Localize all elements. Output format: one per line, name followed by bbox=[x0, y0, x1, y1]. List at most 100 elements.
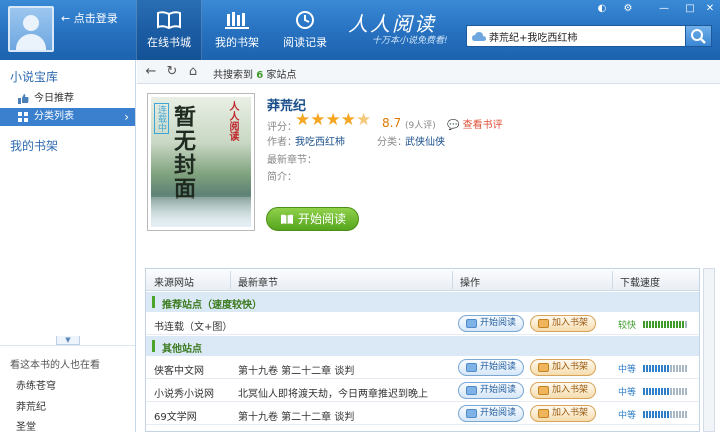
search-button[interactable] bbox=[686, 25, 712, 47]
author-label: 作者： bbox=[267, 137, 297, 148]
column-divider bbox=[230, 271, 231, 289]
row-read-label: 开始阅读 bbox=[480, 385, 517, 395]
column-header-actions: 操作 bbox=[460, 278, 480, 289]
latest-chapter[interactable]: 第十九卷 第二十二章 谈判 bbox=[238, 408, 354, 423]
minimize-icon[interactable]: — bbox=[656, 3, 672, 15]
latest-chapter[interactable]: 北冥仙人即将渡天劫，今日两章推迟到晚上 bbox=[238, 385, 428, 400]
column-header-latest-chapter: 最新章节 bbox=[238, 278, 278, 289]
found-count: 6 bbox=[256, 70, 264, 81]
close-icon[interactable]: ✕ bbox=[702, 3, 718, 15]
speed-bar-fill bbox=[643, 365, 670, 372]
sources-table: 来源网站 最新章节 操作 下载速度 推荐站点（速度较快） 书连载（文+图） 开始… bbox=[145, 268, 700, 432]
speed-bar bbox=[643, 321, 687, 328]
source-site[interactable]: 书连载（文+图） bbox=[154, 318, 232, 333]
table-scrollbar[interactable] bbox=[703, 268, 715, 432]
also-read-item[interactable]: 圣堂 bbox=[16, 418, 36, 432]
column-header-source: 来源网站 bbox=[154, 278, 194, 289]
tab-my-bookshelf-label: 我的书架 bbox=[215, 36, 259, 49]
open-book-icon bbox=[157, 11, 181, 30]
row-start-reading-button[interactable]: 开始阅读 bbox=[458, 315, 524, 332]
add-shelf-icon bbox=[538, 319, 549, 328]
found-prefix: 共搜索到 bbox=[213, 70, 253, 81]
sidebar-item-category-list[interactable]: 分类列表 › bbox=[0, 108, 135, 126]
column-header-speed: 下载速度 bbox=[620, 278, 660, 289]
source-site[interactable]: 侠客中文网 bbox=[154, 362, 204, 377]
star-filled-icon: ★ bbox=[340, 110, 356, 130]
rating-stars: ★★★★★ bbox=[295, 112, 371, 129]
speed-bar bbox=[643, 411, 687, 418]
category-label: 分类： bbox=[377, 137, 407, 148]
table-row: 69文学网 第十九卷 第二十二章 谈判 开始阅读 加入书架 中等 bbox=[146, 403, 699, 425]
bookshelf-icon bbox=[225, 12, 249, 29]
collapse-handle[interactable]: ▼ bbox=[56, 336, 80, 345]
column-divider bbox=[452, 271, 453, 289]
refresh-icon[interactable]: ↻ bbox=[164, 64, 180, 80]
source-site[interactable]: 69文学网 bbox=[154, 408, 197, 423]
back-icon[interactable]: ← bbox=[143, 64, 159, 80]
cover-image: 连载中 暂无封面 人人阅读 bbox=[151, 97, 251, 227]
sidebar-item-today-recommend[interactable]: 今日推荐 bbox=[0, 90, 135, 108]
rating-votes: (9人评) bbox=[405, 121, 436, 131]
add-to-shelf-button[interactable]: 加入书架 bbox=[530, 382, 596, 399]
home-icon[interactable]: ⌂ bbox=[185, 64, 201, 80]
found-count-text: 共搜索到 6 家站点 bbox=[213, 66, 296, 81]
search-box bbox=[466, 25, 686, 47]
tab-online-bookstore[interactable]: 在线书城 bbox=[136, 0, 202, 60]
back-arrow-icon: ← bbox=[61, 12, 71, 25]
source-site[interactable]: 小说秀小说网 bbox=[154, 385, 214, 400]
skin-icon[interactable]: ◐ bbox=[594, 3, 610, 15]
latest-chapter[interactable]: 第十九卷 第二十二章 谈判 bbox=[238, 362, 354, 377]
group-marker bbox=[152, 296, 155, 308]
also-read-item[interactable]: 赤练苍穹 bbox=[16, 377, 56, 392]
star-filled-icon: ★ bbox=[295, 110, 311, 130]
login-link[interactable]: ← 点击登录 bbox=[61, 10, 118, 26]
speed-bar-fill bbox=[643, 321, 685, 328]
sidebar-item-label: 今日推荐 bbox=[34, 93, 74, 104]
app-header: ← 点击登录 在线书城 我的书架 阅读记录 人人阅读 十万本小说免费看! 莽荒纪… bbox=[0, 0, 720, 60]
sidebar: 小说宝库 今日推荐 分类列表 › 我的书架 ▼ 看这本书的人也在看 赤练苍穹 莽… bbox=[0, 60, 136, 432]
brand-slogan: 十万本小说免费看! bbox=[372, 36, 448, 46]
row-add-label: 加入书架 bbox=[552, 318, 589, 328]
read-icon bbox=[466, 409, 477, 418]
group-title: 其他站点 bbox=[162, 344, 202, 355]
add-to-shelf-button[interactable]: 加入书架 bbox=[530, 359, 596, 376]
row-read-label: 开始阅读 bbox=[480, 362, 517, 372]
speed-bar-fill bbox=[643, 411, 670, 418]
start-reading-button[interactable]: 开始阅读 bbox=[266, 207, 359, 231]
add-shelf-icon bbox=[538, 409, 549, 418]
star-half-icon: ★ bbox=[356, 110, 372, 130]
add-to-shelf-button[interactable]: 加入书架 bbox=[530, 405, 596, 422]
tab-online-bookstore-label: 在线书城 bbox=[147, 36, 191, 49]
tab-my-bookshelf[interactable]: 我的书架 bbox=[204, 0, 270, 60]
search-input[interactable] bbox=[489, 28, 681, 45]
add-to-shelf-button[interactable]: 加入书架 bbox=[530, 315, 596, 332]
speed-bar bbox=[643, 365, 687, 372]
tab-reading-history-label: 阅读记录 bbox=[283, 36, 327, 49]
star-filled-icon: ★ bbox=[325, 110, 341, 130]
read-icon bbox=[466, 386, 477, 395]
row-read-label: 开始阅读 bbox=[480, 318, 517, 328]
table-header: 来源网站 最新章节 操作 下载速度 bbox=[146, 269, 699, 291]
row-start-reading-button[interactable]: 开始阅读 bbox=[458, 382, 524, 399]
row-start-reading-button[interactable]: 开始阅读 bbox=[458, 359, 524, 376]
user-avatar[interactable] bbox=[8, 6, 54, 52]
search-icon bbox=[691, 29, 706, 44]
thumbs-up-icon bbox=[18, 94, 29, 104]
author-link[interactable]: 我吃西红柿 bbox=[295, 133, 345, 148]
book-cover: 连载中 暂无封面 人人阅读 bbox=[147, 93, 255, 231]
also-read-item[interactable]: 莽荒纪 bbox=[16, 398, 46, 413]
sidebar-bookshelf-title[interactable]: 我的书架 bbox=[10, 137, 58, 154]
view-reviews-link[interactable]: 💬 查看书评 bbox=[447, 116, 503, 131]
group-marker bbox=[152, 340, 155, 352]
category-link[interactable]: 武侠仙侠 bbox=[405, 133, 445, 148]
intro-label: 简介： bbox=[267, 172, 297, 183]
tab-reading-history[interactable]: 阅读记录 bbox=[272, 0, 338, 60]
sidebar-item-label: 分类列表 bbox=[34, 111, 74, 122]
speed-label: 中等 bbox=[618, 411, 637, 421]
avatar-body-shape bbox=[16, 34, 46, 50]
clock-icon bbox=[296, 11, 314, 29]
settings-icon[interactable]: ⚙ bbox=[620, 3, 636, 15]
maximize-icon[interactable]: □ bbox=[682, 3, 698, 15]
row-add-label: 加入书架 bbox=[552, 362, 589, 372]
row-start-reading-button[interactable]: 开始阅读 bbox=[458, 405, 524, 422]
